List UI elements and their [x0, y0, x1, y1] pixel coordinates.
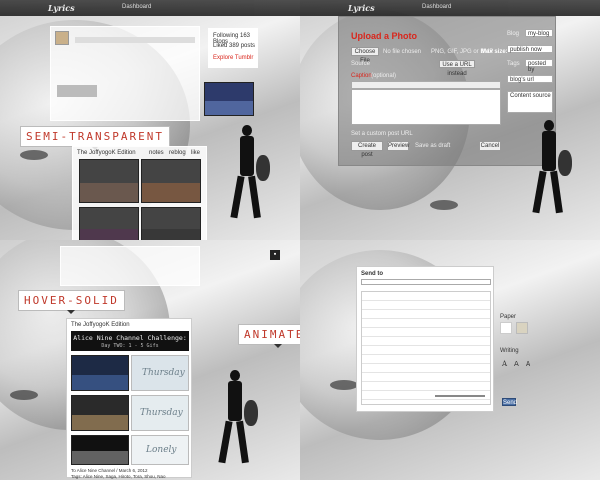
post-card: The JoffyogoK Edition notes reblog like	[72, 146, 207, 240]
paper-label: Paper	[500, 314, 517, 320]
photo-thumb[interactable]	[79, 207, 139, 240]
message-textarea[interactable]	[361, 291, 491, 405]
gif-thumb[interactable]	[71, 435, 129, 465]
sidebar-item-liked[interactable]: Liked 389 posts	[213, 43, 255, 49]
publishing-select[interactable]: publish now	[507, 45, 553, 53]
background-eye	[330, 380, 358, 390]
handwriting-text: Lonely	[146, 445, 177, 455]
post-input-bar[interactable]	[75, 37, 195, 43]
dashboard-link[interactable]: Dashboard	[422, 4, 451, 10]
save-draft-option[interactable]: Save as draft	[415, 143, 450, 149]
blog-logo[interactable]: Lyrics	[348, 3, 375, 13]
handwriting-thumb[interactable]: Thursday	[131, 355, 189, 391]
gif-thumb[interactable]	[71, 395, 129, 431]
sidebar-item-explore[interactable]: Explore Tumblr	[213, 55, 253, 61]
send-to-field[interactable]	[361, 279, 491, 285]
quadrant-upload-dialog: Lyrics Dashboard Upload a Photo Choose F…	[300, 0, 600, 240]
post-header: The JoffyogoK Edition	[71, 322, 130, 328]
font-option[interactable]: A	[514, 360, 519, 368]
cancel-button[interactable]: Cancel	[479, 141, 501, 151]
choose-file-button[interactable]: Choose File	[351, 47, 379, 64]
post-footer: To Alice Nine Channel / March 6, 2012	[71, 468, 148, 473]
label-semi-transparent: SEMI-TRANSPARENT	[20, 126, 170, 147]
content-source-field[interactable]: Content source	[507, 91, 553, 113]
background-eye	[10, 390, 38, 400]
quadrant-semi-transparent: Lyrics Dashboard Following 163 Blogs Lik…	[0, 0, 300, 240]
url-field[interactable]: blog's url	[507, 75, 553, 83]
label-animated: ANIMATED	[238, 324, 300, 345]
challenge-subtitle: Day TWO: 1 - 5 Gifs	[101, 343, 159, 349]
avatar[interactable]	[55, 31, 69, 45]
upload-dialog: Upload a Photo Choose File No file chose…	[338, 16, 556, 166]
loading-bar	[435, 395, 485, 397]
tags-field[interactable]: posted by	[525, 59, 553, 73]
blog-label: Blog	[507, 31, 520, 37]
handwriting-thumb[interactable]: Thursday	[131, 395, 189, 431]
blog-select[interactable]: my-blog	[525, 29, 553, 37]
upload-title: Upload a Photo	[351, 31, 417, 41]
dashboard-panel	[60, 246, 200, 286]
dashboard-link[interactable]: Dashboard	[122, 4, 151, 10]
post-tags[interactable]: Tags: Alice Nine, Saga, Hiroto, Tora, Sh…	[71, 474, 165, 479]
save-icon[interactable]: ▪	[270, 250, 280, 260]
send-button[interactable]: Send	[502, 398, 517, 406]
tags-label: Tags	[507, 61, 520, 67]
background-eye	[430, 200, 458, 210]
quadrant-send-dialog: Send to Paper Writing A A A Send	[300, 240, 600, 480]
post-header: The JoffyogoK Edition	[77, 150, 136, 156]
dashboard-panel	[50, 26, 200, 121]
font-option[interactable]: A	[526, 360, 530, 368]
writing-label: Writing	[500, 348, 519, 354]
use-url-button[interactable]: Use a URL instead	[439, 60, 475, 77]
source-label: Source	[351, 61, 371, 67]
caption-optional: (optional)	[371, 73, 397, 79]
send-to-label: Send to	[361, 271, 383, 277]
post-card-solid: The JoffyogoK Edition Alice Nine Channel…	[66, 318, 192, 479]
custom-url-link[interactable]: Set a custom post URL	[351, 131, 413, 137]
handwriting-text: Thursday	[142, 368, 185, 378]
handwriting-thumb[interactable]: Lonely	[131, 435, 189, 465]
top-navbar: Lyrics Dashboard	[300, 0, 600, 16]
handwriting-text: Thursday	[140, 408, 183, 418]
paper-option-cream[interactable]	[516, 322, 528, 334]
font-option[interactable]: A	[502, 360, 507, 368]
blog-logo[interactable]: Lyrics	[48, 3, 75, 13]
no-file-text: No file chosen	[383, 49, 422, 55]
send-dialog: Send to	[356, 266, 494, 412]
notes-link[interactable]: notes	[149, 150, 164, 156]
gif-thumb[interactable]	[71, 355, 129, 391]
sidebar-image[interactable]	[204, 82, 254, 116]
challenge-banner: Alice Nine Channel Challenge: Day TWO: 1…	[71, 331, 189, 351]
top-navbar: Lyrics Dashboard	[0, 0, 300, 16]
paper-option-white[interactable]	[500, 322, 512, 334]
quadrant-hover-solid: ▪ HOVER-SOLID The JoffyogoK Edition Alic…	[0, 240, 300, 480]
composite-screenshot: Lyrics Dashboard Following 163 Blogs Lik…	[0, 0, 600, 480]
post-preview-thumb[interactable]	[57, 85, 97, 97]
photo-thumb[interactable]	[141, 207, 201, 240]
caption-label: Caption	[351, 73, 372, 79]
like-button[interactable]: like	[191, 150, 200, 156]
preview-button[interactable]: Preview	[387, 141, 409, 151]
photo-thumb[interactable]	[79, 159, 139, 203]
create-post-button[interactable]: Create post	[351, 141, 383, 158]
editor-toolbar[interactable]	[351, 81, 501, 89]
challenge-title: Alice Nine Channel Challenge:	[73, 334, 187, 342]
background-eye	[20, 150, 48, 160]
caption-textarea[interactable]	[351, 89, 501, 125]
sidebar-panel: Following 163 Blogs Liked 389 posts Expl…	[208, 28, 258, 68]
label-hover-solid: HOVER-SOLID	[18, 290, 125, 311]
reblog-button[interactable]: reblog	[169, 150, 186, 156]
photo-thumb[interactable]	[141, 159, 201, 203]
